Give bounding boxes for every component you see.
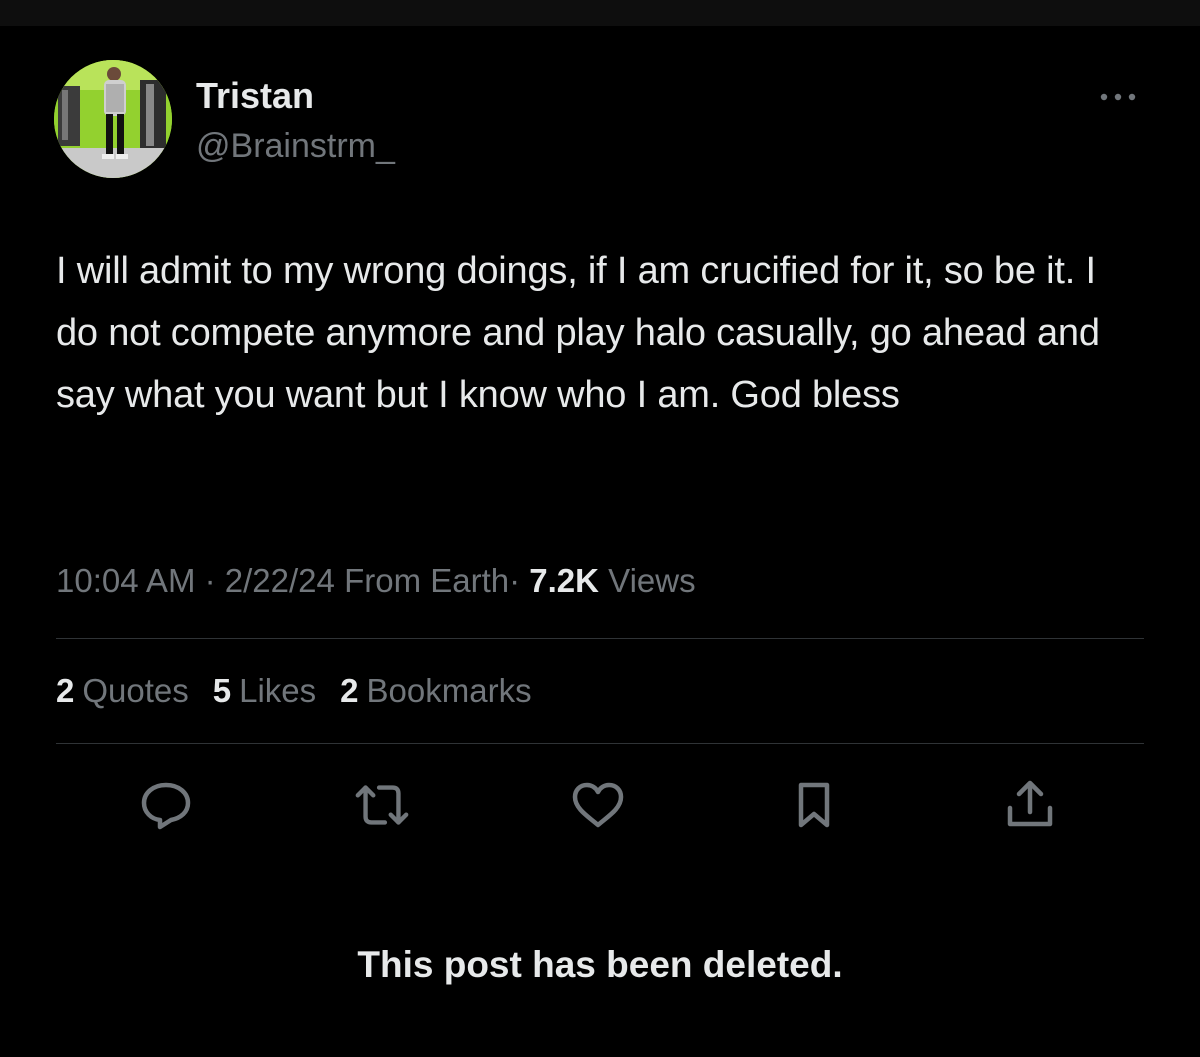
- views-label: Views: [608, 562, 696, 599]
- author-display-name[interactable]: Tristan: [196, 76, 314, 116]
- author-handle[interactable]: @Brainstrm_: [196, 126, 395, 166]
- post-text: I will admit to my wrong doings, if I am…: [56, 250, 1100, 416]
- divider: [56, 743, 1144, 744]
- share-button[interactable]: [1000, 778, 1060, 832]
- bookmark-icon: [798, 782, 830, 828]
- divider: [56, 638, 1144, 639]
- repost-button[interactable]: [352, 778, 412, 832]
- heart-icon: [572, 782, 624, 828]
- avatar[interactable]: [54, 60, 172, 178]
- stat-count: 2: [340, 672, 359, 709]
- stat-label: Bookmarks: [366, 672, 532, 709]
- stat-count: 5: [212, 672, 232, 709]
- post-time[interactable]: 10:04 AM: [56, 562, 195, 599]
- meta-separator: ·: [204, 562, 216, 599]
- like-button[interactable]: [568, 778, 628, 832]
- deleted-post-notice: This post has been deleted.: [357, 944, 843, 985]
- more-options-button[interactable]: [1094, 84, 1142, 110]
- reply-icon: [141, 782, 191, 830]
- stat-label: Likes: [239, 672, 317, 709]
- stat-likes[interactable]: 5 Likes: [213, 668, 316, 714]
- post-source: From Earth: [344, 562, 510, 599]
- avatar-photo: [54, 60, 172, 178]
- stat-quotes[interactable]: 2 Quotes: [56, 668, 189, 714]
- stat-count: 2: [56, 672, 75, 709]
- more-dots-icon: [1100, 93, 1136, 101]
- top-status-strip: [0, 0, 1200, 26]
- bookmark-button[interactable]: [784, 778, 844, 832]
- stat-bookmarks[interactable]: 2 Bookmarks: [340, 668, 531, 714]
- repost-icon: [355, 785, 409, 825]
- engagement-stats: 2 Quotes 5 Likes 2 Bookmarks: [56, 668, 532, 714]
- reply-button[interactable]: [136, 778, 196, 832]
- share-icon: [1007, 780, 1053, 827]
- meta-separator: ·: [509, 562, 521, 599]
- post-meta: 10:04 AM · 2/22/24 From Earth· 7.2K View…: [56, 558, 696, 604]
- views-count: 7.2K: [529, 562, 599, 599]
- action-bar: [0, 778, 1200, 832]
- stat-label: Quotes: [82, 672, 189, 709]
- post-date[interactable]: 2/22/24: [225, 562, 335, 599]
